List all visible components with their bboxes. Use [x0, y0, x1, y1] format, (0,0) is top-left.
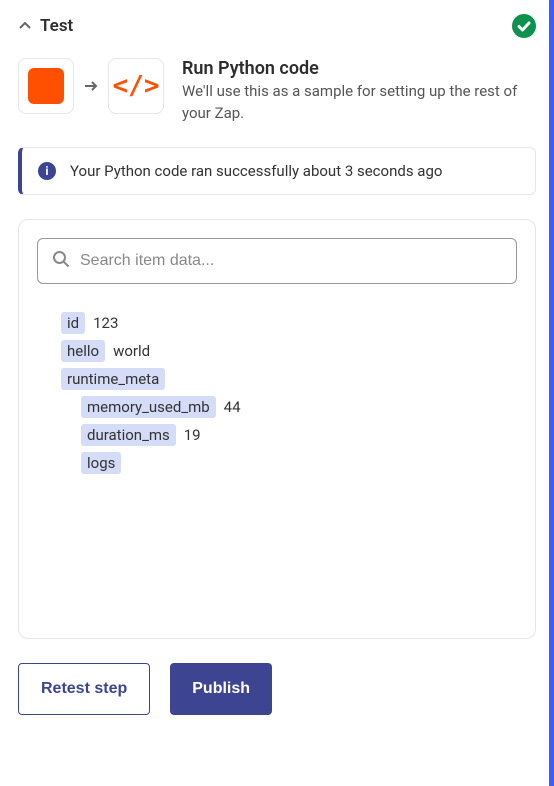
retest-button[interactable]: Retest step	[18, 663, 150, 715]
data-value: 123	[93, 314, 118, 332]
arrow-right-icon	[84, 77, 98, 96]
header-row: Test	[18, 14, 536, 38]
data-key: runtime_meta	[61, 368, 165, 390]
data-row-hello: hello world	[61, 340, 517, 362]
app-icon-box	[18, 58, 74, 114]
data-value: 19	[184, 426, 201, 444]
data-key: logs	[81, 452, 121, 474]
data-key: hello	[61, 340, 105, 362]
data-value: 44	[224, 398, 241, 416]
intro-subtitle: We'll use this as a sample for setting u…	[182, 81, 536, 125]
page-accent-border	[549, 0, 554, 786]
header-left[interactable]: Test	[18, 16, 73, 36]
publish-button[interactable]: Publish	[170, 663, 272, 715]
search-box[interactable]	[37, 238, 517, 284]
data-row-memory: memory_used_mb 44	[81, 396, 517, 418]
data-key: duration_ms	[81, 424, 176, 446]
code-icon: </>	[113, 71, 160, 101]
info-icon: i	[38, 162, 56, 180]
code-icon-box: </>	[108, 58, 164, 114]
intro-text: Run Python code We'll use this as a samp…	[182, 58, 536, 125]
data-key: memory_used_mb	[81, 396, 216, 418]
section-title: Test	[40, 16, 73, 36]
search-icon	[52, 250, 70, 272]
intro-title: Run Python code	[182, 58, 536, 79]
notice-text: Your Python code ran successfully about …	[70, 162, 442, 180]
success-notice: i Your Python code ran successfully abou…	[18, 147, 536, 195]
data-key: id	[61, 312, 85, 334]
intro-row: </> Run Python code We'll use this as a …	[18, 58, 536, 125]
data-tree: id 123 hello world runtime_meta memory_u…	[37, 312, 517, 474]
data-row-logs: logs	[81, 452, 517, 474]
data-value: world	[113, 342, 150, 360]
zapier-icon	[28, 68, 64, 104]
search-input[interactable]	[80, 252, 502, 270]
data-nested: memory_used_mb 44 duration_ms 19 logs	[61, 396, 517, 474]
data-row-id: id 123	[61, 312, 517, 334]
result-panel: id 123 hello world runtime_meta memory_u…	[18, 219, 536, 639]
data-row-duration: duration_ms 19	[81, 424, 517, 446]
chevron-up-icon	[18, 19, 32, 33]
data-row-runtime-meta: runtime_meta	[61, 368, 517, 390]
button-row: Retest step Publish	[18, 663, 536, 715]
icon-group: </>	[18, 58, 164, 114]
success-check-icon	[512, 14, 536, 38]
